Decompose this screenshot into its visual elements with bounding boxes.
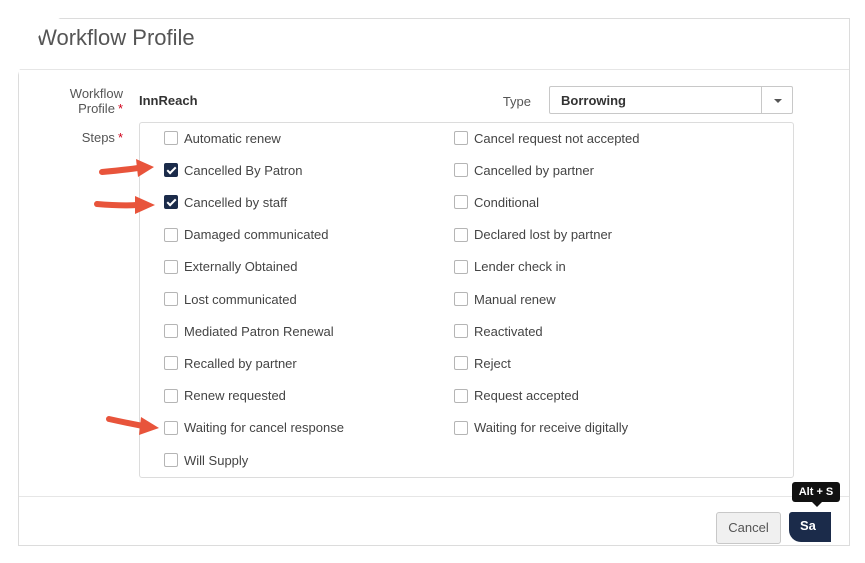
step-checkbox[interactable] [454, 163, 468, 178]
step-checkbox-label: Externally Obtained [184, 259, 298, 275]
step-checkbox[interactable] [164, 259, 178, 274]
step-checkbox-item[interactable]: Declared lost by partner [454, 226, 612, 244]
step-checkbox-item[interactable]: Will Supply [164, 451, 248, 469]
step-checkbox-label: Renew requested [184, 388, 286, 404]
step-checkbox-item[interactable]: Cancelled By Patron [164, 161, 303, 179]
step-checkbox[interactable] [454, 292, 468, 306]
annotation-arrow-icon [106, 416, 159, 435]
step-checkbox-label: Automatic renew [184, 130, 281, 146]
step-checkbox-label: Cancelled by staff [184, 194, 288, 210]
step-checkbox[interactable] [164, 388, 178, 403]
step-checkbox-label: Cancelled By Patron [184, 162, 303, 178]
step-checkbox-item[interactable]: Lender check in [454, 258, 566, 276]
steps-checkbox-group: Automatic renew Cancel request not accept… [139, 122, 794, 478]
step-checkbox-label: Waiting for cancel response [184, 420, 344, 436]
save-shortcut-tooltip: Alt + S [792, 482, 840, 507]
step-checkbox-label: Waiting for receive digitally [474, 420, 629, 436]
step-checkbox[interactable] [454, 131, 468, 145]
step-checkbox-item[interactable]: Cancel request not accepted [454, 129, 640, 147]
step-checkbox-item[interactable]: Reactivated [454, 322, 543, 340]
step-checkbox[interactable] [164, 195, 178, 210]
edit-workflow-profile-dialog: it Workflow Profile Workflow Profile * In… [18, 18, 850, 546]
step-checkbox[interactable] [454, 259, 468, 274]
step-checkbox[interactable] [164, 292, 178, 306]
type-select-value: Borrowing [561, 93, 626, 108]
step-checkbox[interactable] [164, 420, 178, 435]
step-checkbox-item[interactable]: Lost communicated [164, 290, 297, 308]
step-checkbox[interactable] [454, 227, 468, 242]
step-checkbox[interactable] [164, 356, 178, 371]
step-checkbox-label: Reject [474, 355, 511, 371]
steps-label-text: Steps [81, 130, 115, 145]
step-checkbox-item[interactable]: Reject [454, 354, 511, 372]
step-checkbox[interactable] [164, 324, 178, 339]
step-checkbox-label: Lost communicated [184, 291, 297, 307]
step-checkbox-item[interactable]: Automatic renew [164, 129, 281, 147]
required-mark: * [117, 130, 123, 145]
type-select-divider [761, 87, 762, 113]
step-checkbox-label: Damaged communicated [184, 227, 329, 243]
step-checkbox-label: Cancel request not accepted [474, 130, 640, 146]
save-button[interactable]: Sa [789, 512, 831, 542]
step-checkbox-label: Recalled by partner [184, 355, 297, 371]
step-checkbox-label: Will Supply [184, 452, 249, 468]
step-checkbox-label: Cancelled by partner [474, 162, 594, 178]
step-checkbox-item[interactable]: Mediated Patron Renewal [164, 322, 334, 340]
step-checkbox-label: Reactivated [474, 323, 543, 339]
step-checkbox-label: Manual renew [474, 291, 556, 307]
step-checkbox-item[interactable]: Recalled by partner [164, 354, 297, 372]
type-label: Type [502, 94, 531, 109]
step-checkbox-item[interactable]: Damaged communicated [164, 226, 329, 244]
step-checkbox-item[interactable]: Waiting for cancel response [164, 419, 344, 437]
workflow-profile-value: InnReach [139, 93, 198, 108]
step-checkbox[interactable] [164, 131, 178, 145]
footer-divider [19, 496, 849, 497]
annotation-arrow-icon [94, 196, 155, 214]
steps-label: Steps * [49, 130, 123, 145]
step-checkbox-label: Lender check in [474, 259, 566, 275]
annotation-arrow-icon [99, 159, 154, 177]
step-checkbox-item[interactable]: Conditional [454, 193, 539, 211]
cancel-button[interactable]: Cancel [716, 512, 781, 544]
step-checkbox[interactable] [164, 227, 178, 242]
step-checkbox-item[interactable]: Externally Obtained [164, 258, 297, 276]
step-checkbox-label: Conditional [474, 194, 540, 210]
step-checkbox-label: Declared lost by partner [474, 227, 613, 243]
step-checkbox-item[interactable]: Cancelled by partner [454, 161, 594, 179]
step-checkbox[interactable] [454, 195, 468, 210]
step-checkbox-item[interactable]: Request accepted [454, 387, 579, 405]
step-checkbox-item[interactable]: Manual renew [454, 290, 556, 308]
step-checkbox[interactable] [454, 324, 468, 339]
step-checkbox[interactable] [454, 356, 468, 371]
chevron-down-icon[interactable] [774, 99, 782, 103]
type-select[interactable]: Borrowing [549, 86, 793, 114]
step-checkbox-item[interactable]: Waiting for receive digitally [454, 419, 628, 437]
step-checkbox[interactable] [454, 420, 468, 435]
step-checkbox-label: Request accepted [474, 388, 579, 404]
step-checkbox[interactable] [164, 163, 178, 178]
title-divider [19, 69, 849, 70]
step-checkbox[interactable] [164, 453, 178, 467]
step-checkbox-item[interactable]: Cancelled by staff [164, 193, 287, 211]
step-checkbox-label: Mediated Patron Renewal [184, 323, 334, 339]
cropped-corner-mask [0, 0, 110, 110]
step-checkbox-item[interactable]: Renew requested [164, 387, 286, 405]
step-checkbox[interactable] [454, 388, 468, 403]
